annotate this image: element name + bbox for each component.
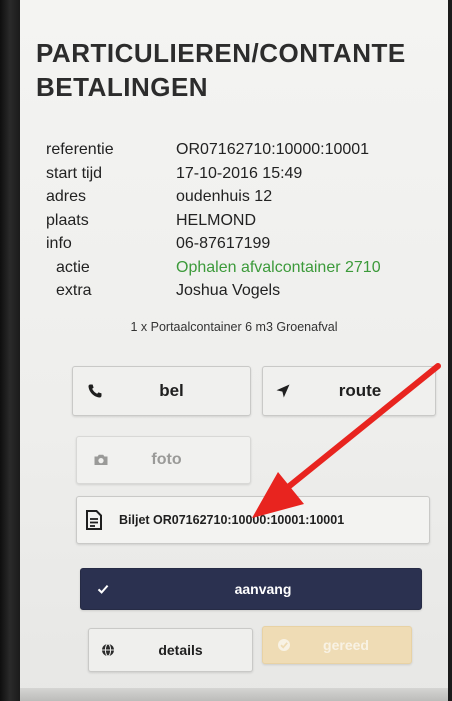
page-title-line-1: PARTICULIEREN/CONTANTE <box>36 38 406 68</box>
route-button-label: route <box>338 381 382 400</box>
detail-value: 06-87617199 <box>176 235 271 252</box>
detail-label: start tijd <box>46 164 103 182</box>
detail-value: oudenhuis 12 <box>176 188 273 205</box>
call-button[interactable]: bel <box>72 366 251 416</box>
details-button-label: details <box>158 642 203 658</box>
detail-row-actie: actie Ophalen afvalcontainer 2710 <box>46 258 436 282</box>
ticket-button[interactable]: Biljet OR07162710:10000:10001:10001 <box>76 496 430 544</box>
detail-value: Joshua Vogels <box>176 282 281 299</box>
done-button-label: gereed <box>323 637 369 653</box>
detail-label: extra <box>56 282 92 299</box>
done-button[interactable]: gereed <box>262 626 412 664</box>
detail-label: referentie <box>46 141 114 158</box>
detail-value: 17-10-2016 15:49 <box>176 164 303 182</box>
detail-label: actie <box>56 258 90 276</box>
detail-row-referentie: referentie OR07162710:10000:10001 <box>46 140 436 164</box>
detail-value-action: Ophalen afvalcontainer 2710 <box>176 258 381 276</box>
document-icon <box>85 510 103 530</box>
start-button-label: aanvang <box>234 581 292 597</box>
order-details: referentie OR07162710:10000:10001 start … <box>46 140 436 305</box>
detail-label: plaats <box>46 211 89 229</box>
photo-button-label: foto <box>151 451 182 468</box>
page-title: PARTICULIEREN/CONTANTE BETALINGEN <box>36 36 436 104</box>
detail-label: adres <box>46 188 87 205</box>
detail-label: info <box>46 235 72 252</box>
detail-row-info: info 06-87617199 <box>46 234 436 258</box>
page-title-line-2: BETALINGEN <box>36 72 209 102</box>
ticket-button-label: Biljet OR07162710:10000:10001:10001 <box>119 513 345 527</box>
detail-row-extra: extra Joshua Vogels <box>46 281 436 305</box>
detail-value: OR07162710:10000:10001 <box>176 141 370 158</box>
detail-row-adres: adres oudenhuis 12 <box>46 187 436 211</box>
call-button-label: bel <box>159 381 184 400</box>
detail-row-start-tijd: start tijd 17-10-2016 15:49 <box>46 164 436 188</box>
start-button[interactable]: aanvang <box>80 568 422 610</box>
detail-value: HELMOND <box>176 211 257 229</box>
details-button[interactable]: details <box>88 628 253 672</box>
detail-row-plaats: plaats HELMOND <box>46 211 436 235</box>
order-item-line: 1 x Portaalcontainer 6 m3 Groenafval <box>130 320 338 334</box>
bottom-edge <box>20 688 448 701</box>
route-button[interactable]: route <box>262 366 436 416</box>
photo-button[interactable]: foto <box>76 436 251 484</box>
app-screen: PARTICULIEREN/CONTANTE BETALINGEN refere… <box>20 0 448 701</box>
